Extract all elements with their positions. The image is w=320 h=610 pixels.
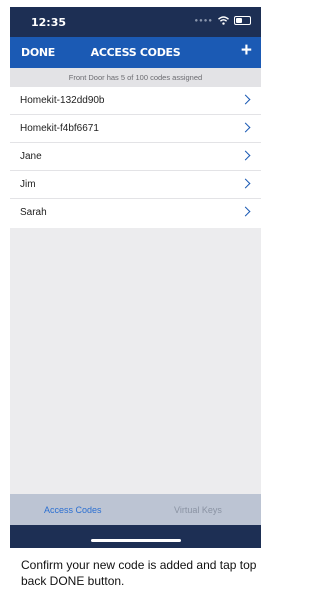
list-item[interactable]: Jane [10,143,261,171]
chevron-right-icon [240,94,251,105]
list-item[interactable]: Sarah [10,199,261,228]
list-item[interactable]: Homekit-f4bf6671 [10,115,261,143]
add-code-button[interactable]: + [241,41,252,60]
code-name: Jim [20,179,36,190]
list-item[interactable]: Jim [10,171,261,199]
code-name: Jane [20,151,42,162]
chevron-right-icon [240,122,251,133]
codes-count-info: Front Door has 5 of 100 codes assigned [10,68,261,87]
status-bar: 12:35 ●●●● [10,7,261,37]
instruction-caption: Confirm your new code is added and tap t… [21,558,257,588]
code-name: Homekit-132dd90b [20,95,105,106]
status-time: 12:35 [31,16,67,29]
tab-virtual-keys[interactable]: Virtual Keys [174,505,222,515]
phone-screen: 12:35 ●●●● DONE ACCESS CODES + Front Doo… [10,7,261,548]
tab-access-codes[interactable]: Access Codes [44,505,102,515]
chevron-right-icon [240,178,251,189]
status-icons: ●●●● [194,16,251,25]
wifi-icon [218,16,229,25]
tab-bar: Access Codes Virtual Keys [10,494,261,525]
chevron-right-icon [240,206,251,217]
code-list: Homekit-132dd90b Homekit-f4bf6671 Jane J… [10,87,261,228]
home-area [10,525,261,548]
page-title: ACCESS CODES [90,46,181,59]
signal-dots-icon: ●●●● [194,17,213,24]
battery-icon [234,16,251,25]
nav-bar: DONE ACCESS CODES + [10,37,261,68]
list-item[interactable]: Homekit-132dd90b [10,87,261,115]
code-name: Homekit-f4bf6671 [20,123,99,134]
code-name: Sarah [20,207,47,218]
chevron-right-icon [240,150,251,161]
home-indicator[interactable] [91,539,181,542]
